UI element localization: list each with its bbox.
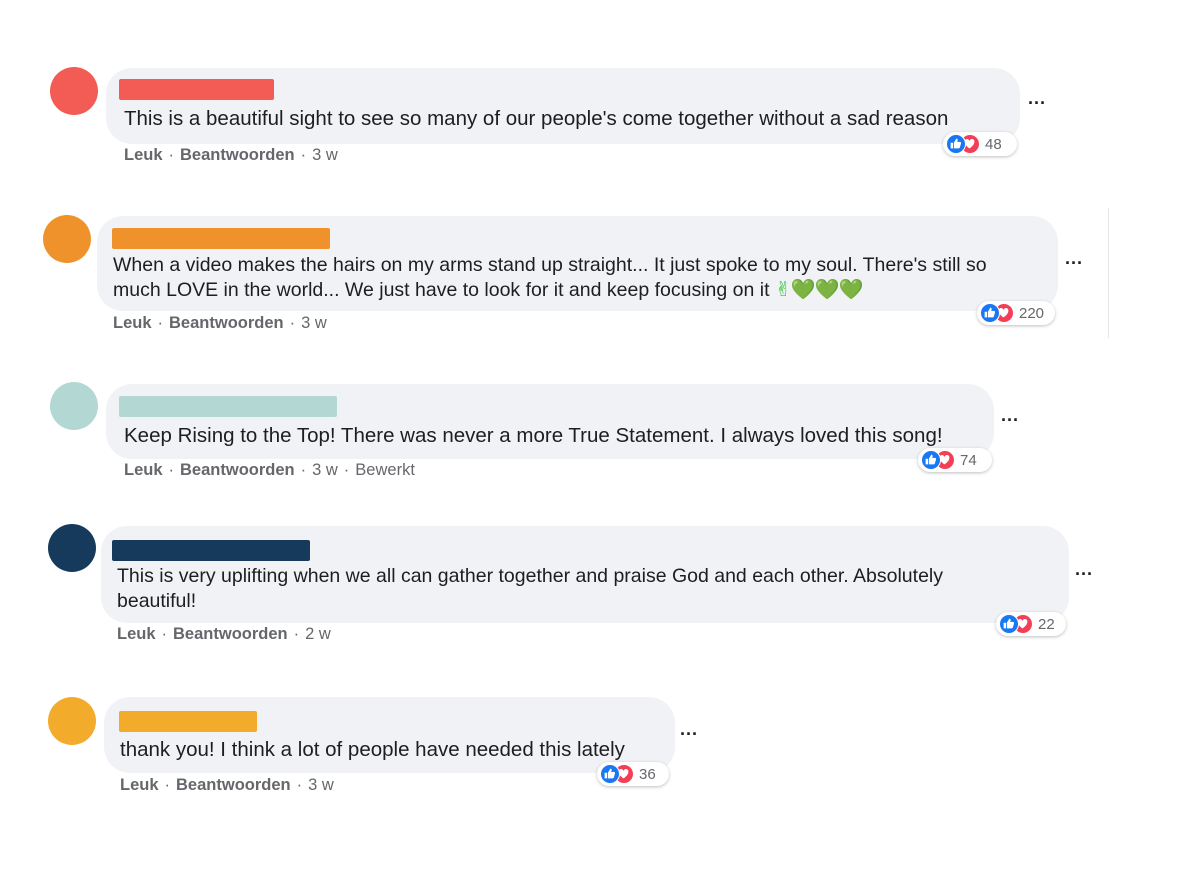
reply-link[interactable]: Beantwoorden xyxy=(176,776,291,794)
redacted-author-name[interactable] xyxy=(119,396,337,417)
redacted-author-name[interactable] xyxy=(112,228,330,249)
like-icon xyxy=(980,303,1000,323)
edited-label[interactable]: Bewerkt xyxy=(355,461,415,479)
reaction-count: 48 xyxy=(985,135,1002,153)
redacted-author-name[interactable] xyxy=(112,540,310,561)
avatar[interactable] xyxy=(50,67,98,115)
avatar[interactable] xyxy=(43,215,91,263)
like-link[interactable]: Leuk xyxy=(124,461,163,479)
more-options-icon[interactable]: ··· xyxy=(1028,94,1046,112)
more-options-icon[interactable]: ··· xyxy=(1075,565,1093,583)
timestamp[interactable]: 2 w xyxy=(305,625,331,643)
like-link[interactable]: Leuk xyxy=(124,146,163,164)
like-icon xyxy=(921,450,941,470)
comment-actions: Leuk · Beantwoorden · 3 w xyxy=(124,146,338,164)
comment-actions: Leuk · Beantwoorden · 3 w · Bewerkt xyxy=(124,461,415,479)
comment-actions: Leuk · Beantwoorden · 3 w xyxy=(120,776,334,794)
reaction-count: 74 xyxy=(960,451,977,469)
like-icon xyxy=(946,134,966,154)
comment-text: This is very uplifting when we all can g… xyxy=(117,565,943,587)
reaction-summary[interactable]: 220 xyxy=(977,301,1055,325)
redacted-author-name[interactable] xyxy=(119,79,274,100)
like-link[interactable]: Leuk xyxy=(113,314,152,332)
reaction-summary[interactable]: 22 xyxy=(996,612,1066,636)
timestamp[interactable]: 3 w xyxy=(312,146,338,164)
avatar[interactable] xyxy=(50,382,98,430)
reply-link[interactable]: Beantwoorden xyxy=(180,146,295,164)
more-options-icon[interactable]: ··· xyxy=(680,725,698,743)
reaction-summary[interactable]: 36 xyxy=(597,762,669,786)
like-icon xyxy=(999,614,1019,634)
like-icon xyxy=(600,764,620,784)
reaction-count: 22 xyxy=(1038,615,1055,633)
comment-text: beautiful! xyxy=(117,590,197,612)
reaction-summary[interactable]: 48 xyxy=(943,132,1017,156)
timestamp[interactable]: 3 w xyxy=(312,461,338,479)
avatar[interactable] xyxy=(48,524,96,572)
like-link[interactable]: Leuk xyxy=(117,625,156,643)
reaction-count: 36 xyxy=(639,765,656,783)
timestamp[interactable]: 3 w xyxy=(301,314,327,332)
timestamp[interactable]: 3 w xyxy=(308,776,334,794)
comment-text: When a video makes the hairs on my arms … xyxy=(113,254,987,276)
comment-text: thank you! I think a lot of people have … xyxy=(120,738,625,761)
emoji-hearts: ✌💚💚💚 xyxy=(774,279,863,301)
comment-text: This is a beautiful sight to see so many… xyxy=(124,107,949,130)
comment-actions: Leuk · Beantwoorden · 3 w xyxy=(113,314,327,332)
redacted-author-name[interactable] xyxy=(119,711,257,732)
like-link[interactable]: Leuk xyxy=(120,776,159,794)
reply-link[interactable]: Beantwoorden xyxy=(173,625,288,643)
divider xyxy=(1108,208,1109,338)
reaction-count: 220 xyxy=(1019,304,1045,322)
comment-text: Keep Rising to the Top! There was never … xyxy=(124,424,943,447)
reply-link[interactable]: Beantwoorden xyxy=(169,314,284,332)
more-options-icon[interactable]: ··· xyxy=(1001,411,1019,429)
more-options-icon[interactable]: ··· xyxy=(1065,254,1083,272)
comment-text: much LOVE in the world... We just have t… xyxy=(113,279,863,301)
comment-actions: Leuk · Beantwoorden · 2 w xyxy=(117,625,331,643)
reaction-summary[interactable]: 74 xyxy=(918,448,992,472)
avatar[interactable] xyxy=(48,697,96,745)
reply-link[interactable]: Beantwoorden xyxy=(180,461,295,479)
